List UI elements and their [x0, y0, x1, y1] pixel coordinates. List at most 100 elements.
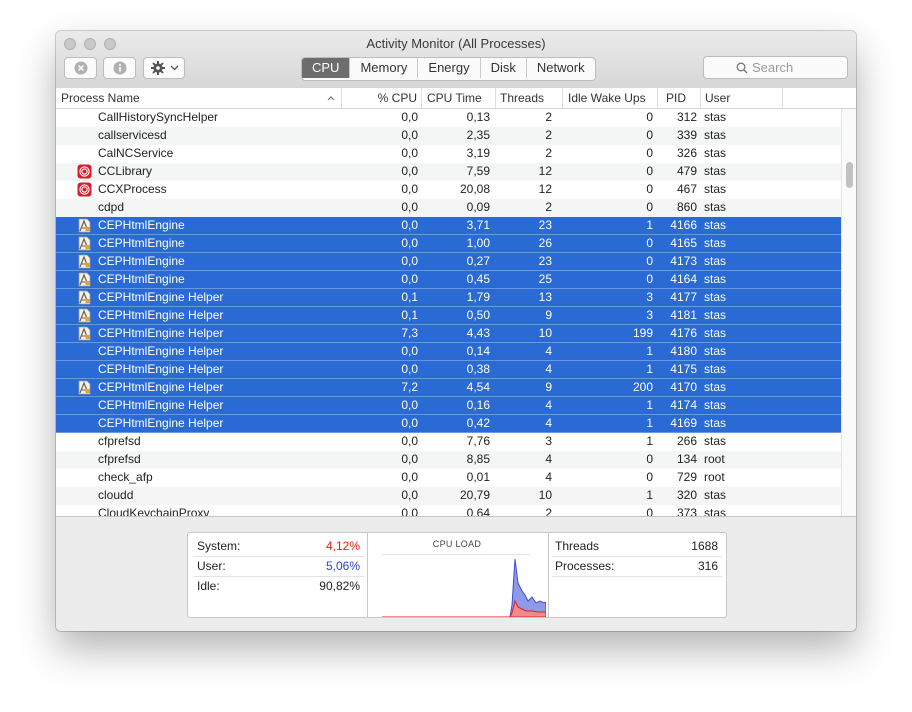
pid-cell: 4174: [670, 398, 697, 412]
column-threads[interactable]: Threads: [496, 88, 563, 108]
tab-memory[interactable]: Memory: [350, 58, 419, 78]
process-name-cell: CEPHtmlEngine Helper: [98, 362, 224, 376]
cpu-percent-cell: 0,0: [401, 506, 418, 516]
table-row[interactable]: CEPHtmlEngine Helper 0,1 1,79 13 3 4177 stas: [56, 289, 841, 307]
column-pid[interactable]: PID: [658, 88, 701, 108]
table-row[interactable]: CCLibrary 0,0 7,59 12 0 479 stas: [56, 163, 841, 181]
search-input[interactable]: [752, 59, 842, 76]
table-row[interactable]: callservicesd 0,0 2,35 2 0 339 stas: [56, 127, 841, 145]
column-label: CPU Time: [427, 91, 482, 105]
column-process-name[interactable]: Process Name: [56, 88, 342, 108]
tab-energy[interactable]: Energy: [418, 58, 481, 78]
user-cell: stas: [704, 398, 727, 412]
column-label: Process Name: [61, 91, 140, 105]
table-row[interactable]: CCXProcess 0,0 20,08 12 0 467 stas: [56, 181, 841, 199]
app-document-icon: [77, 254, 92, 269]
idle-wake-ups-cell: 0: [646, 506, 653, 516]
cpu-time-cell: 2,35: [466, 128, 490, 142]
cpu-percent-cell: 0,0: [401, 236, 418, 250]
user-value: 5,06%: [325, 559, 360, 573]
cpu-time-cell: 0,50: [466, 308, 490, 322]
table-row[interactable]: CEPHtmlEngine Helper 7,2 4,54 9 200 4170 stas: [56, 379, 841, 397]
window-title: Activity Monitor (All Processes): [366, 36, 546, 51]
idle-wake-ups-cell: 0: [646, 272, 653, 286]
table-row[interactable]: CallHistorySyncHelper 0,0 0,13 2 0 312 stas: [56, 109, 841, 127]
table-row[interactable]: CEPHtmlEngine 0,0 0,27 23 0 4173 stas: [56, 253, 841, 271]
cpu-percent-cell: 0,0: [401, 128, 418, 142]
app-document-icon: [77, 308, 92, 323]
search-field[interactable]: [703, 56, 848, 79]
cpu-load-title: CPU LOAD: [432, 539, 482, 549]
user-cell: stas: [704, 236, 727, 250]
cpu-percent-cell: 7,3: [401, 326, 418, 340]
table-row[interactable]: CEPHtmlEngine Helper 7,3 4,43 10 199 4176 stas: [56, 325, 841, 343]
table-row[interactable]: CEPHtmlEngine 0,0 3,71 23 1 4166 stas: [56, 217, 841, 235]
idle-wake-ups-cell: 3: [646, 308, 653, 322]
tab-cpu[interactable]: CPU: [302, 58, 351, 78]
sort-ascending-icon: [327, 96, 335, 101]
column-cpu-time[interactable]: CPU Time: [422, 88, 496, 108]
table-row[interactable]: CEPHtmlEngine 0,0 1,00 26 0 4165 stas: [56, 235, 841, 253]
table-row[interactable]: cdpd 0,0 0,09 2 0 860 stas: [56, 199, 841, 217]
idle-wake-ups-cell: 1: [646, 344, 653, 358]
threads-cell: 2: [545, 200, 552, 214]
pid-cell: 4169: [670, 416, 697, 430]
vertical-scrollbar[interactable]: [841, 109, 856, 516]
tab-disk[interactable]: Disk: [481, 58, 527, 78]
user-cell: stas: [704, 146, 727, 160]
system-label: System:: [197, 539, 241, 553]
table-row[interactable]: CalNCService 0,0 3,19 2 0 326 stas: [56, 145, 841, 163]
cpu-percent-cell: 0,0: [401, 344, 418, 358]
threads-cell: 4: [545, 398, 552, 412]
table-row[interactable]: CloudKeychainProxy 0,0 0,64 2 0 373 stas: [56, 505, 841, 516]
column-cpu-percent[interactable]: % CPU: [342, 88, 422, 108]
process-name-cell: CEPHtmlEngine Helper: [98, 416, 224, 430]
quit-process-button[interactable]: [64, 57, 97, 79]
process-name-cell: CEPHtmlEngine Helper: [98, 398, 224, 412]
tab-network[interactable]: Network: [527, 58, 595, 78]
table-row[interactable]: CEPHtmlEngine Helper 0,0 0,16 4 1 4174 stas: [56, 397, 841, 415]
process-name-cell: CallHistorySyncHelper: [98, 110, 219, 124]
threads-cell: 9: [545, 380, 552, 394]
threads-cell: 25: [538, 272, 552, 286]
process-name-cell: CEPHtmlEngine Helper: [98, 290, 224, 304]
action-menu-button[interactable]: [143, 57, 185, 79]
chevron-down-icon: [170, 65, 178, 71]
table-row[interactable]: CEPHtmlEngine Helper 0,0 0,42 4 1 4169 stas: [56, 415, 841, 433]
cpu-percent-cell: 0,0: [401, 254, 418, 268]
process-name-cell: CCLibrary: [98, 164, 153, 178]
user-label: User:: [197, 559, 226, 573]
pid-cell: 4181: [670, 308, 697, 322]
pid-cell: 339: [676, 128, 697, 142]
column-idle-wake-ups[interactable]: Idle Wake Ups: [563, 88, 658, 108]
user-cell: stas: [704, 506, 727, 516]
table-row[interactable]: CEPHtmlEngine Helper 0,0 0,38 4 1 4175 stas: [56, 361, 841, 379]
table-row[interactable]: cloudd 0,0 20,79 10 1 320 stas: [56, 487, 841, 505]
process-name-cell: check_afp: [98, 470, 153, 484]
activity-monitor-window: Activity Monitor (All Processes) CPU Mem…: [56, 31, 856, 631]
process-name-cell: CalNCService: [98, 146, 174, 160]
table-row[interactable]: CEPHtmlEngine Helper 0,1 0,50 9 3 4181 stas: [56, 307, 841, 325]
cpu-time-cell: 0,42: [466, 416, 490, 430]
threads-cell: 9: [545, 308, 552, 322]
inspect-process-button[interactable]: [103, 57, 136, 79]
processes-value: 316: [697, 559, 718, 573]
cpu-percent-cell: 0,0: [401, 362, 418, 376]
cpu-percent-cell: 0,0: [401, 164, 418, 178]
column-user[interactable]: User: [701, 88, 783, 108]
table-row[interactable]: cfprefsd 0,0 7,76 3 1 266 stas: [56, 433, 841, 451]
threads-cell: 23: [538, 218, 552, 232]
process-name-cell: callservicesd: [98, 128, 167, 142]
table-row[interactable]: cfprefsd 0,0 8,85 4 0 134 root: [56, 451, 841, 469]
cpu-time-cell: 20,08: [459, 182, 490, 196]
table-row[interactable]: CEPHtmlEngine Helper 0,0 0,14 4 1 4180 stas: [56, 343, 841, 361]
table-row[interactable]: CEPHtmlEngine 0,0 0,45 25 0 4164 stas: [56, 271, 841, 289]
process-name-cell: CCXProcess: [98, 182, 167, 196]
cpu-percent-cell: 0,1: [401, 290, 418, 304]
threads-cell: 26: [538, 236, 552, 250]
table-row[interactable]: check_afp 0,0 0,01 4 0 729 root: [56, 469, 841, 487]
scrollbar-thumb[interactable]: [846, 162, 853, 188]
threads-cell: 2: [545, 128, 552, 142]
table-body: CallHistorySyncHelper 0,0 0,13 2 0 312 stas cal…: [56, 109, 841, 516]
process-name-cell: CloudKeychainProxy: [98, 506, 210, 516]
